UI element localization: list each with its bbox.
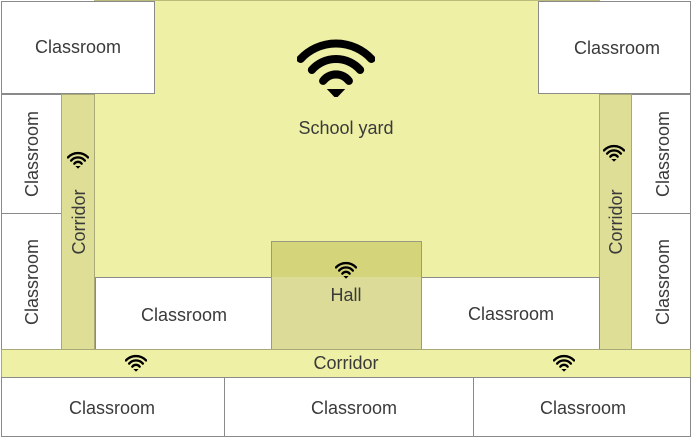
wifi-icon — [603, 144, 625, 162]
classroom-bottom-right-label: Classroom — [539, 398, 627, 418]
classroom-top-left-label: Classroom — [34, 37, 122, 57]
classroom-middle-left-label: Classroom — [140, 305, 228, 325]
school-yard-label: School yard — [298, 118, 394, 138]
wifi-icon — [553, 354, 575, 372]
classroom-bottom-center-label: Classroom — [310, 398, 398, 418]
classroom-right-lower-label: Classroom — [653, 238, 673, 326]
hall-label: Hall — [330, 285, 362, 305]
classroom-bottom-left-label: Classroom — [68, 398, 156, 418]
classroom-top-right-label: Classroom — [573, 38, 661, 58]
classroom-left-lower-label: Classroom — [22, 238, 42, 326]
corridor-bottom-label: Corridor — [313, 353, 379, 373]
wifi-icon — [67, 151, 89, 169]
wifi-icon — [297, 39, 375, 97]
classroom-left-upper-label: Classroom — [22, 110, 42, 198]
wifi-icon — [125, 354, 147, 372]
corridor-left-label: Corridor — [69, 189, 89, 255]
classroom-right-upper-label: Classroom — [653, 110, 673, 198]
wifi-icon — [335, 261, 357, 279]
classroom-middle-right-label: Classroom — [467, 304, 555, 324]
corridor-right-label: Corridor — [606, 189, 626, 255]
